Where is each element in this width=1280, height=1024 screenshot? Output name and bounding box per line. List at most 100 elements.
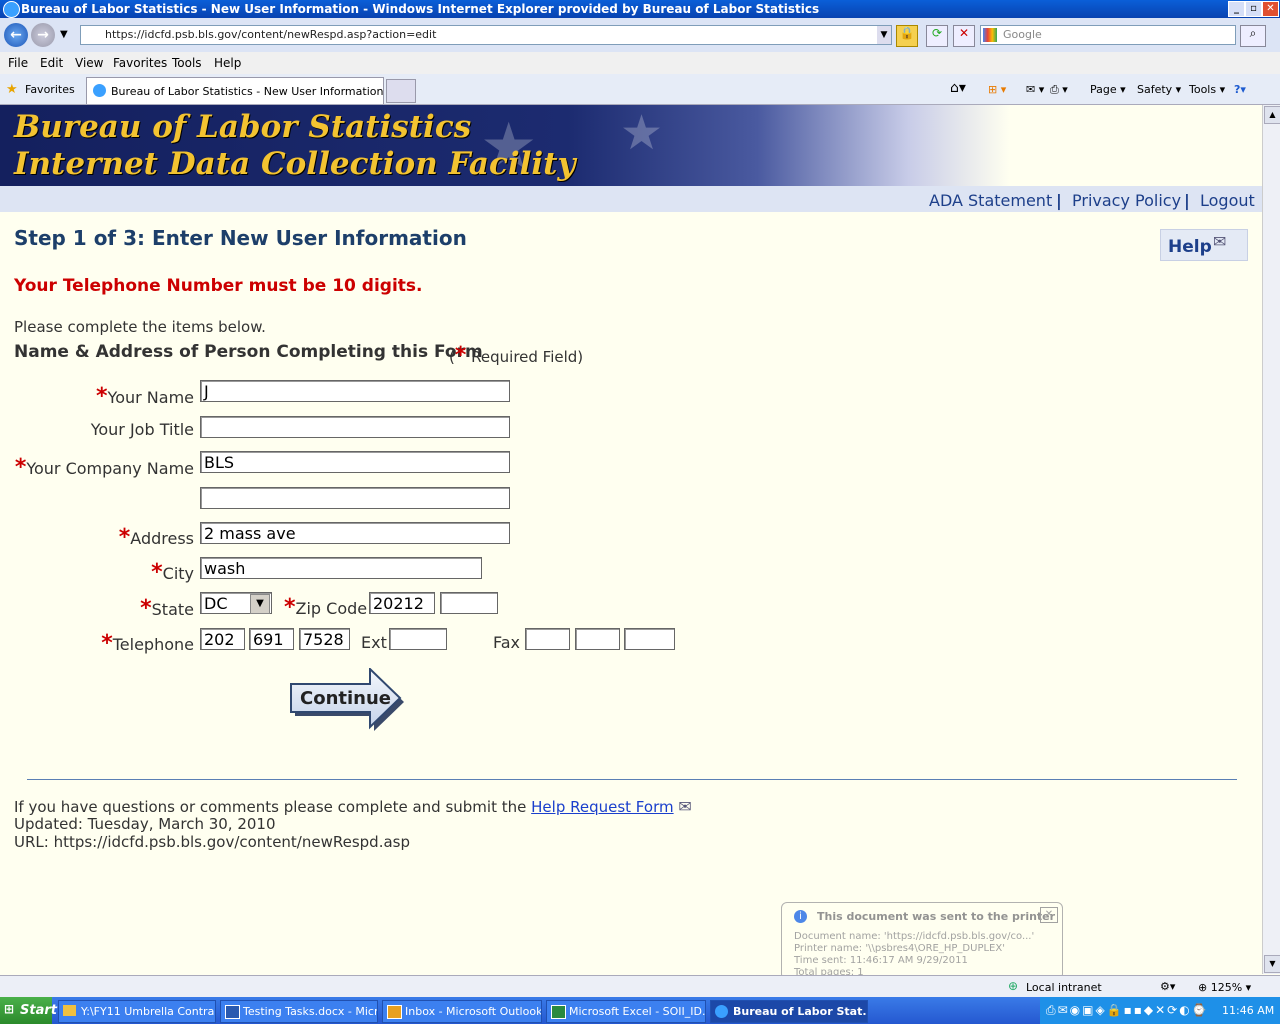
telephone-prefix-input[interactable]: 691 (249, 628, 294, 650)
home-icon[interactable]: ⌂▾ (950, 80, 966, 96)
required-asterisk: * (14, 455, 27, 480)
tray-icons[interactable]: ⎙✉◉▣◈🔒▪▪◆✕⟳◐⌚ (1046, 1003, 1209, 1018)
zoom-value: 125% (1210, 981, 1243, 994)
start-button[interactable]: ⊞ Start (0, 997, 57, 1024)
continue-label: Continue (300, 688, 392, 709)
fax-line-input[interactable] (624, 628, 675, 650)
state-value: DC (204, 594, 228, 613)
footer-questions: If you have questions or comments please… (14, 797, 692, 816)
zip-input[interactable]: 20212 (369, 592, 435, 614)
banner-line-1: Bureau of Labor Statistics (14, 109, 472, 145)
address-input[interactable]: 2 mass ave (200, 522, 510, 544)
scroll-down-icon[interactable]: ▼ (1264, 955, 1280, 973)
scroll-up-icon[interactable]: ▲ (1264, 106, 1280, 124)
telephone-area-input[interactable]: 202 (200, 628, 245, 650)
maximize-button[interactable]: ▫ (1245, 1, 1262, 17)
flag-star-icon: ★ (620, 105, 664, 161)
vertical-scrollbar[interactable]: ▲ ▼ (1262, 105, 1280, 974)
lock-icon[interactable]: 🔒 (896, 25, 918, 47)
address-dropdown-icon[interactable]: ▼ (877, 26, 891, 44)
outlook-icon (387, 1005, 402, 1019)
task-word[interactable]: Testing Tasks.docx - Micr... (220, 1000, 378, 1023)
tools-menu[interactable]: Tools ▾ (1189, 83, 1225, 96)
page-menu[interactable]: Page ▾ (1090, 83, 1126, 96)
zoom-level[interactable]: ⊕ 125% ▾ (1198, 981, 1251, 994)
stop-icon[interactable]: ✕ (953, 25, 975, 47)
clock[interactable]: 11:46 AM (1222, 1004, 1274, 1017)
task-ie-active[interactable]: Bureau of Labor Stat... (710, 1000, 868, 1023)
tab-bls[interactable]: Bureau of Labor Statistics - New User In… (86, 77, 384, 104)
mail-icon[interactable]: ✉ ▾ (1026, 83, 1044, 96)
menu-file[interactable]: File (8, 56, 28, 70)
ie-task-icon (715, 1005, 728, 1018)
feeds-icon[interactable]: ⊞ ▾ (988, 83, 1006, 96)
search-input[interactable]: Google (980, 25, 1236, 45)
telephone-line-input[interactable]: 7528 (299, 628, 350, 650)
error-message: Your Telephone Number must be 10 digits. (14, 276, 423, 296)
link-separator: | (1184, 191, 1190, 210)
close-button[interactable]: ✕ (1262, 1, 1279, 17)
menu-edit[interactable]: Edit (40, 56, 63, 70)
protected-mode-icon[interactable]: ⚙▾ (1160, 980, 1175, 993)
state-label: *State (140, 596, 194, 621)
tools-menu-label: Tools (1189, 83, 1217, 96)
required-asterisk: * (101, 631, 113, 656)
help-request-form-link[interactable]: Help Request Form (531, 798, 673, 816)
notification-title: This document was sent to the printer (817, 910, 1056, 923)
task-label: Y:\FY11 Umbrella Contract (81, 1005, 216, 1018)
safety-menu[interactable]: Safety ▾ (1137, 83, 1181, 96)
menu-view[interactable]: View (75, 56, 103, 70)
address-bar[interactable]: https://idcfd.psb.bls.gov/content/newRes… (80, 25, 892, 45)
google-icon (983, 28, 997, 42)
favorites-button[interactable]: Favorites (25, 83, 75, 96)
task-folder[interactable]: Y:\FY11 Umbrella Contract (58, 1000, 216, 1023)
windows-logo-icon: ⊞ (4, 1002, 15, 1016)
back-button[interactable]: ← (4, 23, 28, 47)
required-asterisk: * (284, 595, 296, 620)
task-excel[interactable]: Microsoft Excel - SOII_ID... (546, 1000, 706, 1023)
help-button[interactable]: Help ✉ (1160, 229, 1248, 261)
page-title: Step 1 of 3: Enter New User Information (14, 226, 467, 250)
city-input[interactable]: wash (200, 557, 482, 579)
menu-favorites[interactable]: Favorites (113, 56, 167, 70)
print-icon[interactable]: ⎙ ▾ (1050, 83, 1068, 97)
job-title-input[interactable] (200, 416, 510, 438)
ext-input[interactable] (389, 628, 447, 650)
task-label: Inbox - Microsoft Outlook ... (405, 1005, 542, 1018)
close-icon[interactable]: ✕ (1040, 907, 1058, 923)
continue-button[interactable]: Continue (290, 666, 404, 732)
banner-line-2: Internet Data Collection Facility (14, 146, 576, 182)
ada-statement-link[interactable]: ADA Statement (929, 191, 1052, 210)
menu-tools[interactable]: Tools (172, 56, 202, 70)
logout-link[interactable]: Logout (1200, 191, 1255, 210)
company-line2-input[interactable] (200, 487, 510, 509)
refresh-icon[interactable]: ⟳ (926, 25, 948, 47)
state-select[interactable]: DC ▼ (200, 592, 272, 614)
new-tab-button[interactable] (386, 79, 416, 103)
company-input[interactable]: BLS (200, 451, 510, 473)
job-title-label: Your Job Title (90, 420, 194, 439)
minimize-button[interactable]: _ (1228, 1, 1245, 17)
task-outlook[interactable]: Inbox - Microsoft Outlook ... (382, 1000, 542, 1023)
task-label: Bureau of Labor Stat... (733, 1005, 868, 1018)
chevron-down-icon[interactable]: ▼ (250, 594, 270, 614)
help-icon[interactable]: ?▾ (1234, 83, 1246, 96)
start-label: Start (20, 1003, 57, 1018)
city-label-text: City (162, 564, 194, 583)
zip4-input[interactable] (440, 592, 498, 614)
envelope-icon: ✉ (678, 797, 692, 816)
privacy-policy-link[interactable]: Privacy Policy (1072, 191, 1181, 210)
menu-help[interactable]: Help (214, 56, 241, 70)
required-asterisk: * (151, 560, 163, 585)
search-icon[interactable]: ⌕ (1240, 25, 1266, 47)
history-dropdown-icon[interactable]: ▼ (60, 29, 68, 40)
title-bar: Bureau of Labor Statistics - New User In… (0, 0, 1280, 18)
forward-button[interactable]: → (31, 23, 55, 47)
address-row: ← → ▼ https://idcfd.psb.bls.gov/content/… (0, 18, 1280, 52)
fax-prefix-input[interactable] (575, 628, 620, 650)
search-placeholder: Google (1003, 28, 1042, 41)
name-input[interactable]: J (200, 380, 510, 402)
fax-area-input[interactable] (525, 628, 570, 650)
tab-title: Bureau of Labor Statistics - New User In… (111, 85, 384, 98)
link-separator: | (1056, 191, 1062, 210)
